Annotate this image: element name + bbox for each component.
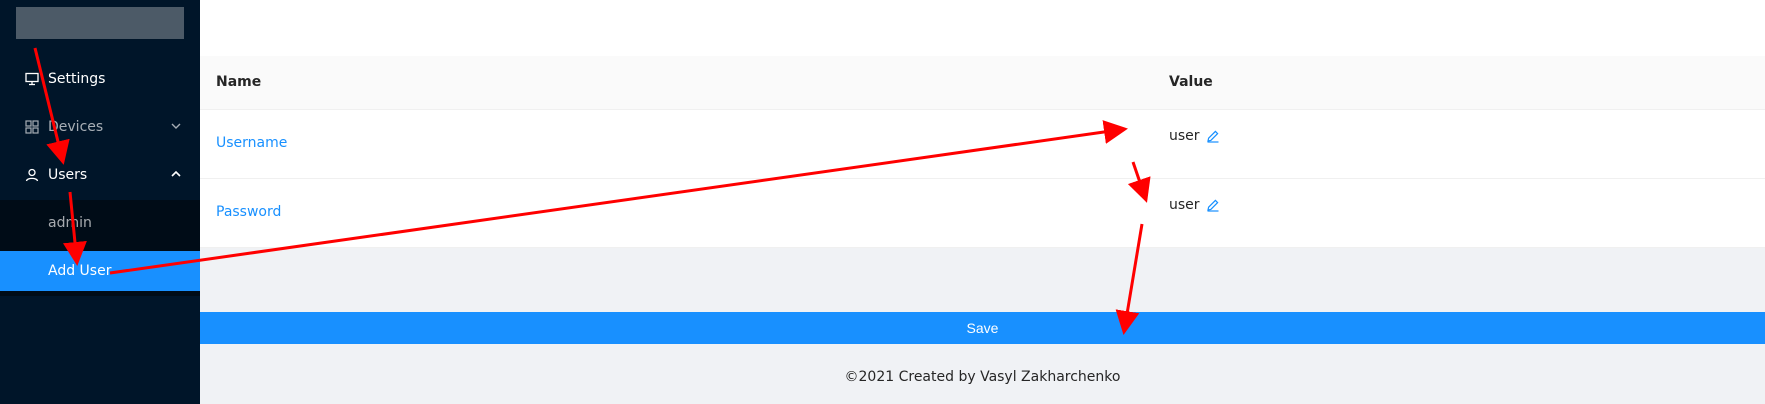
sidebar: Settings Devices Users admin Add User [0,0,200,404]
sidebar-subitem-label: Add User [48,263,112,279]
sidebar-item-users[interactable]: Users [0,155,200,195]
footer-text: ©2021 Created by Vasyl Zakharchenko [844,369,1121,385]
row-name-link[interactable]: Username [216,135,287,151]
sidebar-item-label: Settings [48,71,106,87]
header [200,0,1765,56]
table-header: Name Value [200,56,1765,110]
logo[interactable] [16,7,184,39]
edit-icon[interactable] [1206,129,1220,143]
sidebar-item-settings[interactable]: Settings [0,59,200,99]
row-value-text: user [1169,128,1200,144]
chevron-up-icon [170,168,182,180]
row-value: user [1169,128,1220,144]
main-content: Name Value Username user Password user S… [200,0,1765,404]
sidebar-subitem-add-user[interactable]: Add User [0,251,200,291]
user-icon [24,167,40,183]
edit-icon[interactable] [1206,198,1220,212]
chevron-down-icon [170,120,182,132]
appstore-icon [24,119,40,135]
row-value: user [1169,197,1220,213]
column-header-value: Value [1169,74,1213,90]
table-row: Username user [200,110,1765,179]
column-header-name: Name [216,74,262,90]
sidebar-subitem-admin[interactable]: admin [0,203,200,243]
row-name-link[interactable]: Password [216,204,281,220]
sidebar-subitem-label: admin [48,215,92,231]
sidebar-item-label: Users [48,167,88,183]
sidebar-item-devices[interactable]: Devices [0,107,200,147]
desktop-icon [24,71,40,87]
table-row: Password user [200,179,1765,248]
row-value-text: user [1169,197,1200,213]
sidebar-item-label: Devices [48,119,104,135]
save-button[interactable]: Save [200,312,1765,344]
